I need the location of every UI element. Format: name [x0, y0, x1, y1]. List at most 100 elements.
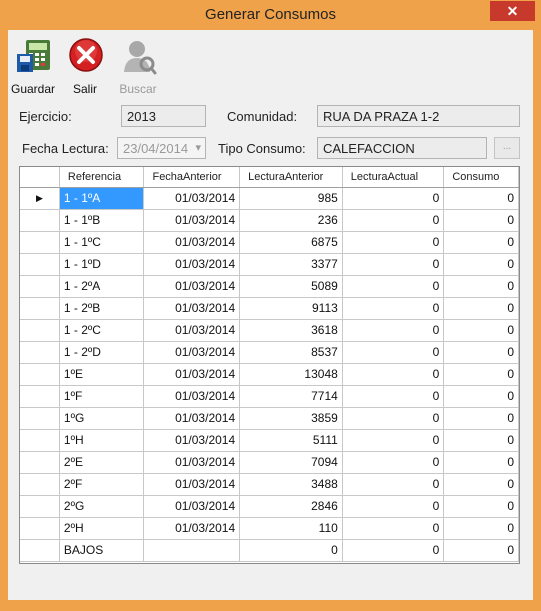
buscar-button[interactable]: Buscar [113, 34, 163, 96]
table-row[interactable]: 1ºF 01/03/2014 7714 0 0 [20, 385, 519, 408]
cell-lectura-actual[interactable]: 0 [342, 341, 445, 364]
cell-lectura-anterior[interactable]: 5089 [239, 275, 343, 298]
row-header[interactable] [20, 319, 60, 342]
cell-consumo[interactable]: 0 [443, 209, 519, 232]
cell-lectura-actual[interactable]: 0 [342, 319, 445, 342]
cell-lectura-anterior[interactable]: 5111 [239, 429, 343, 452]
table-row[interactable]: 1 - 2ºA 01/03/2014 5089 0 0 [20, 275, 519, 298]
row-header[interactable] [20, 385, 60, 408]
fecha-lectura-picker[interactable]: 23/04/2014 ▾ [117, 137, 206, 159]
ejercicio-field[interactable]: 2013 [121, 105, 206, 127]
title-bar[interactable]: Generar Consumos ✕ [0, 0, 541, 30]
table-row[interactable]: 2ºH 01/03/2014 110 0 0 [20, 517, 519, 540]
table-row[interactable]: 1 - 2ºC 01/03/2014 3618 0 0 [20, 319, 519, 342]
cell-fecha-anterior[interactable]: 01/03/2014 [143, 517, 241, 540]
cell-lectura-actual[interactable]: 0 [342, 209, 445, 232]
close-button[interactable]: ✕ [490, 1, 535, 21]
table-row[interactable]: 1 - 1ºB 01/03/2014 236 0 0 [20, 209, 519, 232]
cell-fecha-anterior[interactable]: 01/03/2014 [143, 275, 241, 298]
row-header[interactable] [20, 297, 60, 320]
cell-lectura-anterior[interactable]: 9113 [239, 297, 343, 320]
row-header[interactable] [20, 341, 60, 364]
column-header-referencia[interactable]: Referencia [59, 167, 145, 188]
cell-lectura-anterior[interactable]: 3488 [239, 473, 343, 496]
cell-consumo[interactable]: 0 [443, 187, 519, 210]
cell-lectura-actual[interactable]: 0 [342, 495, 445, 518]
cell-fecha-anterior[interactable]: 01/03/2014 [143, 297, 241, 320]
cell-consumo[interactable]: 0 [443, 385, 519, 408]
cell-referencia[interactable]: 1 - 2ºD [59, 341, 145, 364]
cell-lectura-actual[interactable]: 0 [342, 253, 445, 276]
cell-consumo[interactable]: 0 [443, 297, 519, 320]
guardar-button[interactable]: Guardar [8, 34, 58, 96]
browse-button[interactable]: ... [494, 137, 520, 159]
cell-referencia[interactable]: 1ºG [59, 407, 145, 430]
row-header[interactable] [20, 275, 60, 298]
cell-referencia[interactable]: BAJOS [59, 539, 145, 562]
table-row[interactable]: 2ºG 01/03/2014 2846 0 0 [20, 495, 519, 518]
row-header[interactable] [20, 209, 60, 232]
cell-referencia[interactable]: 2ºF [59, 473, 145, 496]
cell-lectura-anterior[interactable]: 3618 [239, 319, 343, 342]
cell-lectura-actual[interactable]: 0 [342, 231, 445, 254]
cell-referencia[interactable]: 1 - 1ºA [59, 187, 145, 210]
column-header-lectura-anterior[interactable]: LecturaAnterior [239, 167, 343, 188]
cell-consumo[interactable]: 0 [443, 231, 519, 254]
cell-referencia[interactable]: 2ºH [59, 517, 145, 540]
comunidad-field[interactable]: RUA DA PRAZA 1-2 [317, 105, 520, 127]
column-header-consumo[interactable]: Consumo [443, 167, 519, 188]
cell-lectura-anterior[interactable]: 3377 [239, 253, 343, 276]
cell-consumo[interactable]: 0 [443, 407, 519, 430]
table-row[interactable]: 2ºE 01/03/2014 7094 0 0 [20, 451, 519, 474]
cell-fecha-anterior[interactable]: 01/03/2014 [143, 385, 241, 408]
table-row[interactable]: 2ºF 01/03/2014 3488 0 0 [20, 473, 519, 496]
cell-fecha-anterior[interactable]: 01/03/2014 [143, 429, 241, 452]
salir-button[interactable]: Salir [60, 34, 110, 96]
cell-lectura-actual[interactable]: 0 [342, 451, 445, 474]
row-header[interactable] [20, 231, 60, 254]
cell-lectura-anterior[interactable]: 8537 [239, 341, 343, 364]
cell-referencia[interactable]: 1 - 1ºC [59, 231, 145, 254]
cell-fecha-anterior[interactable]: 01/03/2014 [143, 451, 241, 474]
cell-consumo[interactable]: 0 [443, 341, 519, 364]
table-row[interactable]: 1ºG 01/03/2014 3859 0 0 [20, 407, 519, 430]
cell-fecha-anterior[interactable]: 01/03/2014 [143, 473, 241, 496]
cell-referencia[interactable]: 1ºH [59, 429, 145, 452]
row-header[interactable]: ▶ [20, 187, 60, 210]
column-header-fecha-anterior[interactable]: FechaAnterior [143, 167, 241, 188]
cell-referencia[interactable]: 1ºE [59, 363, 145, 386]
cell-fecha-anterior[interactable]: 01/03/2014 [143, 187, 241, 210]
cell-lectura-anterior[interactable]: 13048 [239, 363, 343, 386]
cell-fecha-anterior[interactable]: 01/03/2014 [143, 341, 241, 364]
row-header[interactable] [20, 407, 60, 430]
row-header[interactable] [20, 429, 60, 452]
cell-lectura-actual[interactable]: 0 [342, 517, 445, 540]
cell-lectura-actual[interactable]: 0 [342, 297, 445, 320]
cell-lectura-anterior[interactable]: 236 [239, 209, 343, 232]
cell-referencia[interactable]: 1ºF [59, 385, 145, 408]
table-row[interactable]: BAJOS 0 0 0 [20, 539, 519, 562]
cell-consumo[interactable]: 0 [443, 495, 519, 518]
cell-lectura-anterior[interactable]: 3859 [239, 407, 343, 430]
row-header[interactable] [20, 253, 60, 276]
cell-lectura-actual[interactable]: 0 [342, 473, 445, 496]
cell-referencia[interactable]: 1 - 1ºB [59, 209, 145, 232]
cell-referencia[interactable]: 1 - 2ºA [59, 275, 145, 298]
cell-fecha-anterior[interactable]: 01/03/2014 [143, 319, 241, 342]
cell-consumo[interactable]: 0 [443, 363, 519, 386]
cell-fecha-anterior[interactable] [143, 539, 241, 562]
table-row[interactable]: 1 - 1ºC 01/03/2014 6875 0 0 [20, 231, 519, 254]
cell-lectura-anterior[interactable]: 6875 [239, 231, 343, 254]
cell-lectura-actual[interactable]: 0 [342, 275, 445, 298]
cell-consumo[interactable]: 0 [443, 451, 519, 474]
cell-referencia[interactable]: 2ºE [59, 451, 145, 474]
cell-referencia[interactable]: 1 - 2ºC [59, 319, 145, 342]
row-header[interactable] [20, 517, 60, 540]
cell-lectura-anterior[interactable]: 0 [239, 539, 343, 562]
cell-consumo[interactable]: 0 [443, 473, 519, 496]
cell-lectura-anterior[interactable]: 110 [239, 517, 343, 540]
cell-consumo[interactable]: 0 [443, 275, 519, 298]
cell-lectura-anterior[interactable]: 7094 [239, 451, 343, 474]
cell-lectura-actual[interactable]: 0 [342, 187, 445, 210]
cell-referencia[interactable]: 1 - 2ºB [59, 297, 145, 320]
